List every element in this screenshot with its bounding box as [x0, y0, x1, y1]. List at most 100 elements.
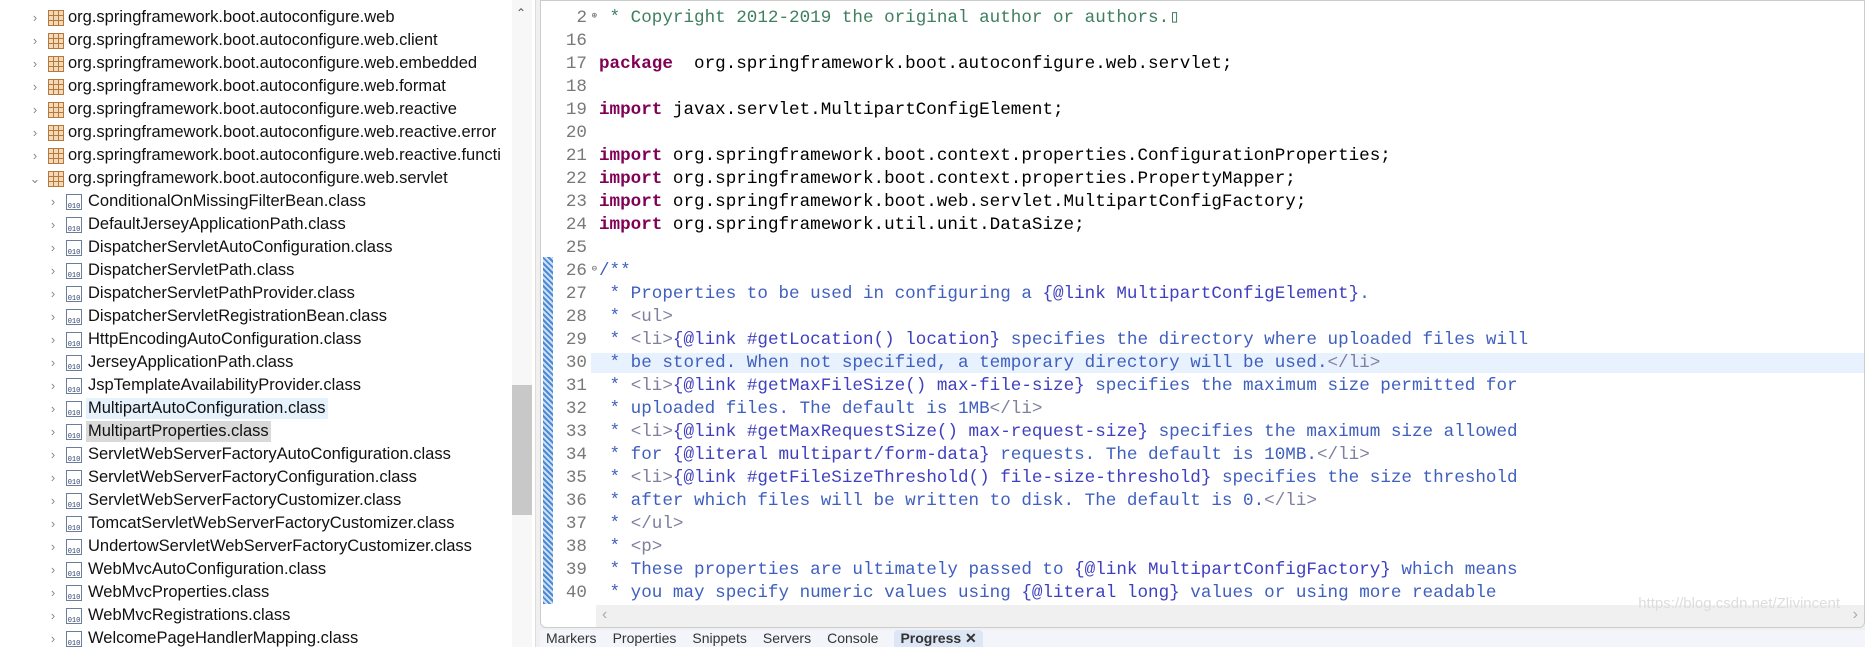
tree-class-item[interactable]: › 010 DispatcherServletRegistrationBean.cl… [0, 305, 389, 328]
chevron-right-icon[interactable]: › [46, 217, 60, 232]
collapse-fold-icon[interactable]: ⊖ [592, 264, 597, 274]
tree-package-item[interactable]: ⌄ org.springframework.boot.autoconfigure.… [0, 167, 448, 190]
tree-class-item[interactable]: › 010 DispatcherServletPathProvider.class [0, 282, 357, 305]
code-line[interactable]: 29 * <li>{@link #getLocation() location}… [541, 328, 1864, 351]
code-line[interactable]: 32 * uploaded files. The default is 1MB<… [541, 397, 1864, 420]
tree-class-item[interactable]: › 010 ServletWebServerFactoryCustomizer.cl… [0, 489, 403, 512]
code-line[interactable]: 38 * <p> [541, 535, 1864, 558]
chevron-right-icon[interactable]: › [46, 470, 60, 485]
tree-class-item[interactable]: › 010 DispatcherServletPath.class [0, 259, 296, 282]
chevron-right-icon[interactable]: › [28, 56, 42, 71]
code-line[interactable]: 26 ⊖/** [541, 259, 1864, 282]
chevron-right-icon[interactable]: › [28, 125, 42, 140]
chevron-right-icon[interactable]: › [46, 539, 60, 554]
tree-package-item[interactable]: › org.springframework.boot.autoconfigure.… [0, 144, 501, 167]
chevron-right-icon[interactable]: › [28, 33, 42, 48]
chevron-right-icon[interactable]: › [46, 585, 60, 600]
tree-class-item[interactable]: › 010 WelcomePageHandlerMapping.class [0, 627, 360, 647]
chevron-right-icon[interactable]: › [28, 10, 42, 25]
code-line[interactable]: 30 * be stored. When not specified, a te… [541, 351, 1864, 374]
code-line[interactable]: 34 * for {@literal multipart/form-data} … [541, 443, 1864, 466]
tree-package-item[interactable]: › org.springframework.boot.autoconfigure.… [0, 121, 496, 144]
tab-snippets[interactable]: Snippets [692, 630, 746, 647]
tree-package-item[interactable]: › org.springframework.boot.autoconfigure.… [0, 75, 446, 98]
code-line[interactable]: 24 import org.springframework.util.unit.D… [541, 213, 1864, 236]
tree-class-item[interactable]: › 010 WebMvcRegistrations.class [0, 604, 292, 627]
tab-progress[interactable]: Progress ✕ [894, 630, 983, 647]
scroll-up-icon[interactable]: ⌃ [516, 6, 526, 20]
chevron-down-icon[interactable]: ⌄ [28, 171, 42, 187]
code-line[interactable]: 36 * after which files will be written t… [541, 489, 1864, 512]
tree-class-item[interactable]: › 010 JspTemplateAvailabilityProvider.clas… [0, 374, 363, 397]
tree-package-item[interactable]: › org.springframework.boot.autoconfigure.… [0, 52, 477, 75]
chevron-right-icon[interactable]: › [46, 309, 60, 324]
code-line[interactable]: 23 import org.springframework.boot.web.se… [541, 190, 1864, 213]
code-line[interactable]: 27 * Properties to be used in configurin… [541, 282, 1864, 305]
chevron-right-icon[interactable]: › [46, 447, 60, 462]
chevron-right-icon[interactable]: › [28, 79, 42, 94]
chevron-right-icon[interactable]: › [46, 378, 60, 393]
scroll-right-icon[interactable]: › [1853, 606, 1858, 624]
chevron-right-icon[interactable]: › [46, 263, 60, 278]
code-line[interactable]: 16 [541, 29, 1864, 52]
chevron-right-icon[interactable]: › [28, 148, 42, 163]
code-line[interactable]: 2 ⊕ * Copyright 2012-2019 the original au… [541, 6, 1864, 29]
code-line[interactable]: 19 import javax.servlet.MultipartConfigEl… [541, 98, 1864, 121]
tree-class-item[interactable]: › 010 DispatcherServletAutoConfiguration.c… [0, 236, 395, 259]
code-line[interactable]: 33 * <li>{@link #getMaxRequestSize() max… [541, 420, 1864, 443]
code-token: . [1359, 283, 1370, 304]
tree-package-item[interactable]: › org.springframework.boot.autoconfigure.… [0, 6, 395, 29]
tree-class-item[interactable]: › 010 UndertowServletWebServerFactoryCusto… [0, 535, 474, 558]
tree-class-item[interactable]: › 010 HttpEncodingAutoConfiguration.class [0, 328, 363, 351]
code-line[interactable]: 17 package org.springframework.boot.autoc… [541, 52, 1864, 75]
scroll-left-icon[interactable]: ‹ [602, 606, 607, 624]
tree-class-item[interactable]: › 010 WebMvcProperties.class [0, 581, 271, 604]
code-line[interactable]: 28 * <ul> [541, 305, 1864, 328]
chevron-right-icon[interactable]: › [46, 562, 60, 577]
tree-class-item[interactable]: › 010 JerseyApplicationPath.class [0, 351, 295, 374]
package-icon [48, 78, 64, 95]
chevron-right-icon[interactable]: › [46, 240, 60, 255]
chevron-right-icon[interactable]: › [46, 424, 60, 439]
tree-package-item[interactable]: › org.springframework.boot.autoconfigure.… [0, 29, 438, 52]
chevron-right-icon[interactable]: › [46, 332, 60, 347]
code-line[interactable]: 21 import org.springframework.boot.contex… [541, 144, 1864, 167]
scroll-thumb[interactable] [512, 385, 532, 515]
tree-item-label: DefaultJerseyApplicationPath.class [88, 215, 346, 233]
code-line[interactable]: 22 import org.springframework.boot.contex… [541, 167, 1864, 190]
tree-package-item[interactable]: › org.springframework.boot.autoconfigure.… [0, 98, 457, 121]
tree-class-item[interactable]: › 010 ConditionalOnMissingFilterBean.class [0, 190, 368, 213]
tree-scrollbar[interactable]: ⌃ [512, 0, 532, 647]
chevron-right-icon[interactable]: › [46, 631, 60, 646]
tree-class-item[interactable]: › 010 ServletWebServerFactoryAutoConfigura… [0, 443, 453, 466]
code-editor[interactable]: ‹ › 2 ⊕ * Copyright 2012-2019 the original… [540, 0, 1865, 628]
chevron-right-icon[interactable]: › [46, 493, 60, 508]
code-line[interactable]: 20 [541, 121, 1864, 144]
code-line[interactable]: 37 * </ul> [541, 512, 1864, 535]
expand-fold-icon[interactable]: ⊕ [592, 11, 597, 21]
code-text: * you may specify numeric values using {… [591, 583, 1497, 603]
code-line[interactable]: 31 * <li>{@link #getMaxFileSize() max-fi… [541, 374, 1864, 397]
code-line[interactable]: 18 [541, 75, 1864, 98]
code-line[interactable]: 35 * <li>{@link #getFileSizeThreshold() … [541, 466, 1864, 489]
tree-class-item[interactable]: › 010 MultipartProperties.class [0, 420, 271, 443]
code-line[interactable]: 25 [541, 236, 1864, 259]
code-line[interactable]: 39 * These properties are ultimately pas… [541, 558, 1864, 581]
tree-class-item[interactable]: › 010 WebMvcAutoConfiguration.class [0, 558, 328, 581]
tree-class-item[interactable]: › 010 TomcatServletWebServerFactoryCustomi… [0, 512, 456, 535]
tree-class-item[interactable]: › 010 ServletWebServerFactoryConfiguration… [0, 466, 419, 489]
chevron-right-icon[interactable]: › [46, 194, 60, 209]
tab-markers[interactable]: Markers [546, 630, 597, 647]
tab-console[interactable]: Console [827, 630, 878, 647]
tab-servers[interactable]: Servers [763, 630, 811, 647]
chevron-right-icon[interactable]: › [28, 102, 42, 117]
chevron-right-icon[interactable]: › [46, 355, 60, 370]
tree-class-item[interactable]: › 010 MultipartAutoConfiguration.class [0, 397, 328, 420]
code-token: * These properties are ultimately passed… [599, 559, 1075, 580]
chevron-right-icon[interactable]: › [46, 516, 60, 531]
tab-properties[interactable]: Properties [613, 630, 677, 647]
chevron-right-icon[interactable]: › [46, 286, 60, 301]
tree-class-item[interactable]: › 010 DefaultJerseyApplicationPath.class [0, 213, 348, 236]
chevron-right-icon[interactable]: › [46, 608, 60, 623]
chevron-right-icon[interactable]: › [46, 401, 60, 416]
